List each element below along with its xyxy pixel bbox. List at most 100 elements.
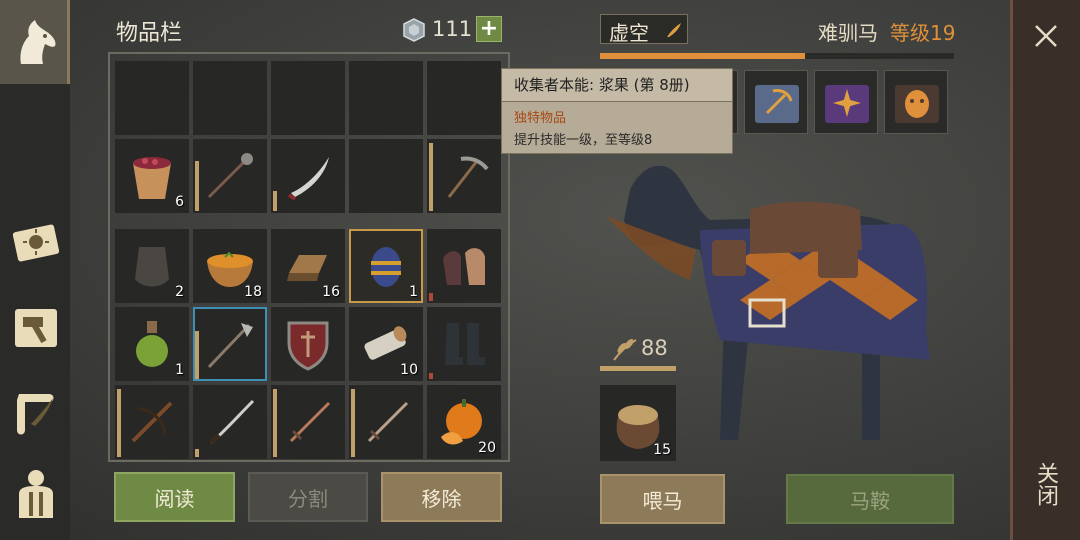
mask-book-icon [895, 85, 939, 123]
item-count: 6 [175, 194, 184, 210]
gem-currency-icon [403, 18, 425, 42]
inventory-slot[interactable] [427, 229, 501, 303]
crossbow-icon [131, 401, 173, 443]
scroll-quill-icon [17, 394, 54, 435]
gloves-icon [443, 248, 485, 285]
inventory-slot[interactable] [193, 385, 267, 459]
inventory-slot-selected[interactable]: 1 [349, 229, 423, 303]
skill-book-slot[interactable] [884, 70, 948, 134]
inventory-slot[interactable]: 10 [349, 307, 423, 381]
inventory-slot[interactable] [349, 385, 423, 459]
tooltip-description: 提升技能一级，至等级8 [514, 133, 653, 148]
close-panel[interactable]: 关闭 [1010, 0, 1080, 540]
character-vest-icon [19, 470, 53, 518]
scimitar-icon [287, 157, 329, 201]
crafting-button[interactable] [8, 300, 64, 356]
durability-bar [195, 449, 199, 457]
inventory-slot[interactable] [271, 307, 345, 381]
durability-bar [429, 293, 433, 301]
split-button[interactable]: 分割 [248, 472, 368, 522]
left-rail [0, 0, 70, 540]
inventory-slot[interactable] [427, 61, 501, 135]
close-icon[interactable] [1033, 23, 1059, 49]
food-bar [600, 366, 676, 371]
inventory-slot-equipped[interactable] [193, 307, 267, 381]
durability-bar [429, 373, 433, 379]
mace-icon [207, 153, 253, 199]
character-button[interactable] [8, 465, 64, 521]
katana-icon [209, 399, 255, 445]
inventory-slot[interactable] [115, 385, 189, 459]
inventory-grid-bottom: 2 18 16 1 1 10 20 [115, 229, 501, 459]
item-count: 1 [175, 362, 184, 378]
durability-bar [429, 143, 433, 211]
inventory-slot[interactable] [271, 139, 345, 213]
inventory-slot[interactable]: 16 [271, 229, 345, 303]
decorated-egg-icon [371, 247, 401, 287]
add-currency-button[interactable]: + [476, 16, 502, 42]
item-count: 15 [653, 442, 671, 458]
horse-name: 虚空 [609, 21, 649, 45]
inventory-slot[interactable]: 2 [115, 229, 189, 303]
item-count: 18 [244, 284, 262, 300]
halberd-icon [207, 323, 253, 369]
item-count: 16 [322, 284, 340, 300]
copper-sword-icon [289, 401, 331, 443]
leather-shoulder-icon [135, 247, 169, 287]
durability-bar [117, 389, 121, 457]
inventory-slot[interactable]: 18 [193, 229, 267, 303]
durability-bar [195, 331, 199, 379]
read-button[interactable]: 阅读 [114, 472, 235, 522]
long-sword-icon [367, 401, 409, 443]
wheat-icon [613, 339, 637, 361]
remove-button[interactable]: 移除 [381, 472, 502, 522]
inventory-title: 物品栏 [116, 21, 183, 46]
skill-book-slot[interactable] [814, 70, 878, 134]
inventory-slot[interactable] [427, 139, 501, 213]
saddle-button[interactable]: 马鞍 [786, 474, 954, 524]
potion-flask-icon [136, 321, 168, 367]
durability-bar [273, 191, 277, 211]
inventory-slot[interactable] [271, 385, 345, 459]
compass-book-icon [825, 85, 869, 123]
inventory-grid-top: 6 [115, 61, 501, 213]
currency-value: 111 [432, 17, 473, 41]
horse-level: 等级19 [890, 21, 956, 45]
shield-icon [287, 321, 329, 371]
inventory-slot[interactable]: 6 [115, 139, 189, 213]
inventory-slot[interactable] [193, 139, 267, 213]
skills-book-button[interactable] [8, 215, 64, 271]
feed-bag-slot[interactable]: 15 [600, 385, 676, 461]
feed-button[interactable]: 喂马 [600, 474, 725, 524]
sun-book-icon [12, 224, 60, 262]
tooltip-title: 收集者本能: 浆果 (第 8册) [502, 69, 732, 102]
inventory-slot[interactable] [349, 61, 423, 135]
hammer-icon [15, 309, 57, 347]
xp-progress-fill [600, 53, 806, 59]
inventory-slot[interactable] [193, 61, 267, 135]
food-value: 88 [641, 336, 668, 360]
inventory-slot[interactable] [349, 139, 423, 213]
pickaxe-book-icon [755, 85, 799, 123]
inventory-slot[interactable] [427, 307, 501, 381]
berry-bucket-icon [133, 157, 171, 199]
item-count: 20 [478, 440, 496, 456]
pickaxe-icon [447, 156, 489, 198]
item-count: 10 [400, 362, 418, 378]
xp-progress-bar [600, 53, 954, 59]
boots-icon [445, 323, 485, 365]
item-count: 2 [175, 284, 184, 300]
horse-head-icon [20, 20, 56, 64]
horse-breed: 难驯马 [818, 21, 878, 45]
inventory-slot[interactable]: 20 [427, 385, 501, 459]
inventory-slot[interactable] [115, 61, 189, 135]
skill-book-slot[interactable] [744, 70, 808, 134]
durability-bar [195, 161, 199, 211]
inventory-slot[interactable] [271, 61, 345, 135]
close-label[interactable]: 关闭 [1033, 462, 1059, 506]
scroll-button[interactable] [8, 385, 64, 441]
horse-name-field[interactable]: 虚空 [600, 14, 688, 45]
inventory-slot[interactable]: 1 [115, 307, 189, 381]
horse-tab[interactable] [0, 0, 70, 84]
item-count: 1 [409, 284, 418, 300]
